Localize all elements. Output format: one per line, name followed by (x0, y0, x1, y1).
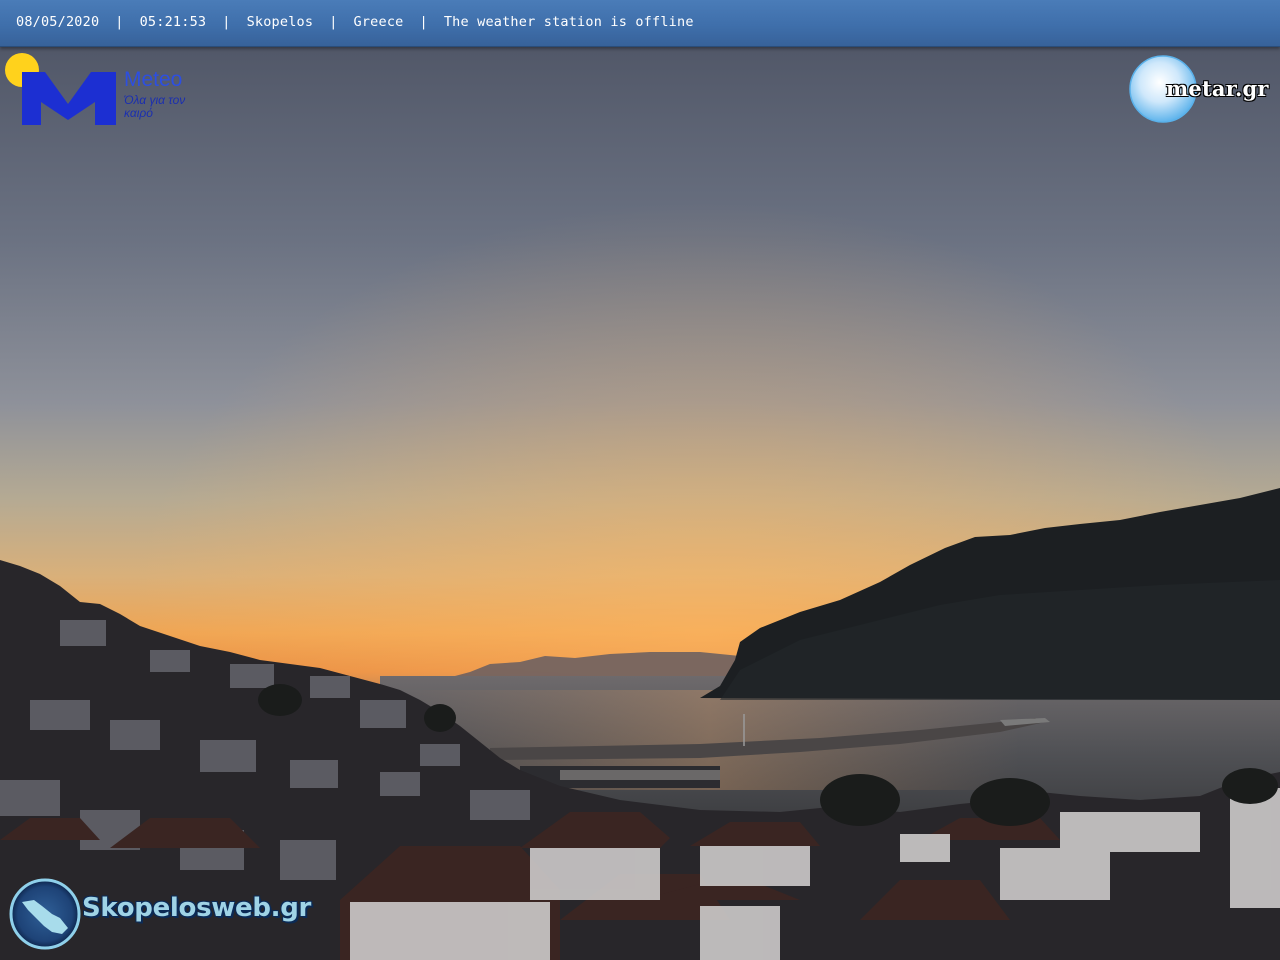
time-label: 05:21:53 (139, 14, 207, 30)
separator: | (115, 14, 124, 30)
date-label: 08/05/2020 (16, 14, 100, 30)
separator: | (222, 14, 231, 30)
meteo-tagline: Όλα για τον καιρό (124, 93, 186, 120)
metar-logo-text: metar.gr (1166, 76, 1269, 101)
meteo-logo: Meteo Όλα για τον καιρό (124, 68, 204, 120)
status-bar: 08/05/2020 | 05:21:53 | Skopelos | Greece | The … (0, 0, 1280, 47)
webcam-image (0, 0, 1280, 960)
location-label: Skopelos (246, 14, 314, 30)
meteo-brand-text: Meteo (124, 68, 183, 91)
station-status-label: The weather station is offline (443, 14, 694, 30)
status-bar-text: 08/05/2020 | 05:21:53 | Skopelos | Greece | The … (16, 14, 694, 30)
skopelosweb-island-icon (9, 878, 81, 950)
webcam-frame: 08/05/2020 | 05:21:53 | Skopelos | Greece | The … (0, 0, 1280, 960)
skopelosweb-logo-text: Skopelosweb.gr (82, 893, 312, 923)
country-label: Greece (353, 14, 404, 30)
separator: | (419, 14, 428, 30)
separator: | (329, 14, 338, 30)
